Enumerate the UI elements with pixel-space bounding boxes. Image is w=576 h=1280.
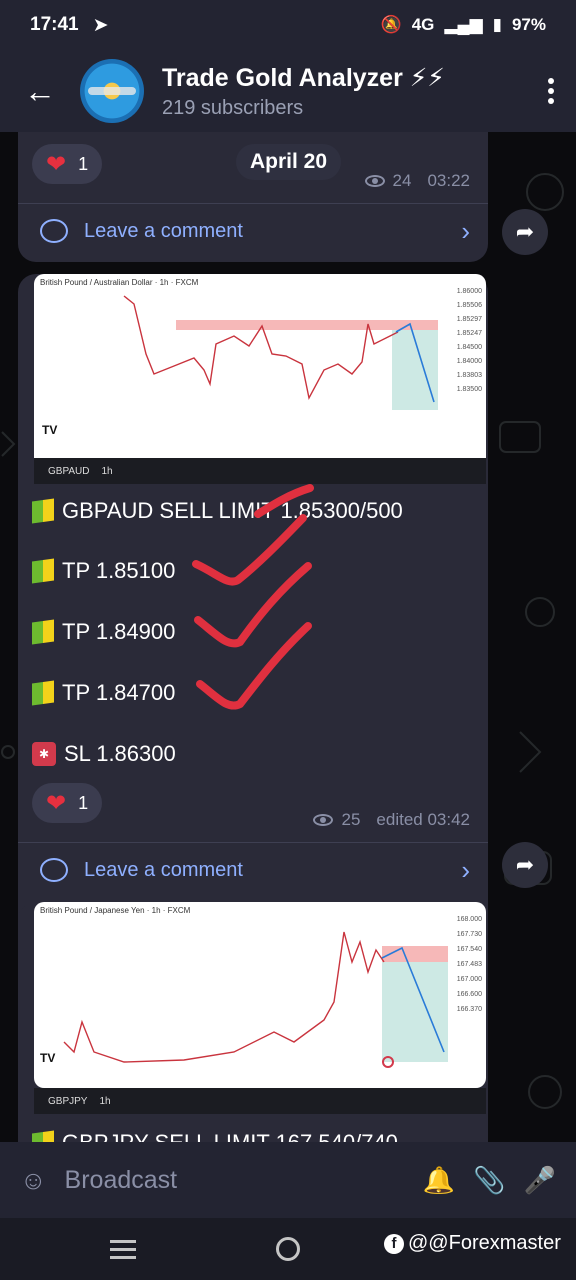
leave-comment-button[interactable]: Leave a comment › <box>40 212 470 250</box>
svg-text:TV: TV <box>40 1051 55 1065</box>
reaction-heart[interactable]: ❤ 1 <box>32 783 103 823</box>
chart-symbol: GBPJPY <box>48 1095 88 1107</box>
network-label: 4G <box>411 15 435 34</box>
message-input-bar: ☺ Broadcast 🔔 📎 🎤 <box>0 1142 576 1218</box>
mute-icon: 🔕 <box>380 15 402 34</box>
signal-icon: ▂▄▆ <box>444 15 483 34</box>
attach-icon[interactable]: 📎 <box>473 1165 505 1196</box>
message-bubble-3[interactable]: British Pound / Japanese Yen · 1h · FXCM… <box>18 902 488 1142</box>
comment-label: Leave a comment <box>84 219 243 242</box>
more-options-icon[interactable] <box>526 78 576 104</box>
forward-button-2[interactable]: ➦ <box>502 842 548 888</box>
view-count: 25 <box>341 810 361 829</box>
channel-title: Trade Gold Analyzer ⚡⚡ <box>162 63 445 92</box>
subscriber-count: 219 subscribers <box>162 96 304 119</box>
divider <box>18 842 488 843</box>
message-bubble-1[interactable]: ❤ 1 April 20 24 03:22 Leave a comment › <box>18 132 488 262</box>
watermark: f @@Forexmaster <box>384 1232 561 1255</box>
forward-icon: ➦ <box>515 219 535 244</box>
channel-avatar[interactable] <box>80 59 144 123</box>
battery-level: 97% <box>511 15 546 34</box>
telegram-icon: ➤ <box>92 14 109 36</box>
chevron-right-icon: › <box>461 854 470 885</box>
view-count: 24 <box>392 171 412 190</box>
status-bar: 17:41 ➤ 🔕 4G ▂▄▆ ▮ 97% <box>0 0 576 50</box>
watermark-text: @@Forexmaster <box>408 1232 561 1254</box>
chart-price-axis: 168.000 167.730 167.540 167.483 167.000 166.6… <box>456 916 482 1013</box>
chevron-right-icon: › <box>461 215 470 246</box>
home-icon[interactable] <box>276 1237 300 1261</box>
comment-icon <box>40 219 68 243</box>
message-meta: 24 03:22 <box>364 171 470 191</box>
divider <box>18 203 488 204</box>
message-time: edited 03:42 <box>376 810 470 829</box>
chart-timeframe: 1h <box>99 1095 111 1107</box>
facebook-icon: f <box>384 1233 404 1254</box>
recents-icon[interactable] <box>110 1239 136 1259</box>
bell-icon[interactable]: 🔔 <box>423 1165 455 1196</box>
chart-toolbar: GBPJPY 1h <box>34 1088 486 1114</box>
forward-button-1[interactable]: ➦ <box>502 209 548 255</box>
reaction-count: 1 <box>78 792 89 813</box>
heart-icon: ❤ <box>46 150 67 178</box>
beginner-icon <box>32 1130 54 1142</box>
leave-comment-button[interactable]: Leave a comment › <box>40 850 470 890</box>
emoji-icon[interactable]: ☺ <box>20 1165 47 1196</box>
eye-icon <box>313 814 334 826</box>
chat-header: ← Trade Gold Analyzer ⚡⚡ 219 subscribers <box>0 50 576 132</box>
comment-icon <box>40 858 68 882</box>
chart-gbpjpy-plot: TV <box>40 931 448 1068</box>
channel-info[interactable]: Trade Gold Analyzer ⚡⚡ 219 subscribers <box>162 63 526 120</box>
signal-line-partial: GBPJPY SELL LIMIT 167.540/740 <box>32 1130 398 1142</box>
status-time: 17:41 <box>30 14 79 35</box>
forward-icon: ➦ <box>515 852 535 877</box>
reaction-count: 1 <box>78 153 89 174</box>
date-pill: April 20 <box>236 144 342 180</box>
heart-icon: ❤ <box>46 789 67 817</box>
chart-title: British Pound / Japanese Yen · 1h · FXCM <box>40 906 191 915</box>
chat-area[interactable]: ❤ 1 April 20 24 03:22 Leave a comment › … <box>0 132 576 1142</box>
broadcast-input[interactable]: Broadcast <box>65 1166 405 1195</box>
reaction-heart[interactable]: ❤ 1 <box>32 144 103 184</box>
message-meta: 25 edited 03:42 <box>313 810 470 830</box>
comment-label: Leave a comment <box>84 858 243 881</box>
battery-icon: ▮ <box>492 15 502 34</box>
signal-text: GBPJPY SELL LIMIT 167.540/740 <box>62 1130 398 1142</box>
chart-image-gbpjpy[interactable]: British Pound / Japanese Yen · 1h · FXCM… <box>34 902 486 1088</box>
eye-icon <box>364 175 385 187</box>
back-arrow-icon[interactable]: ← <box>0 73 80 110</box>
microphone-icon[interactable]: 🎤 <box>524 1165 556 1196</box>
message-time: 03:22 <box>427 171 470 190</box>
